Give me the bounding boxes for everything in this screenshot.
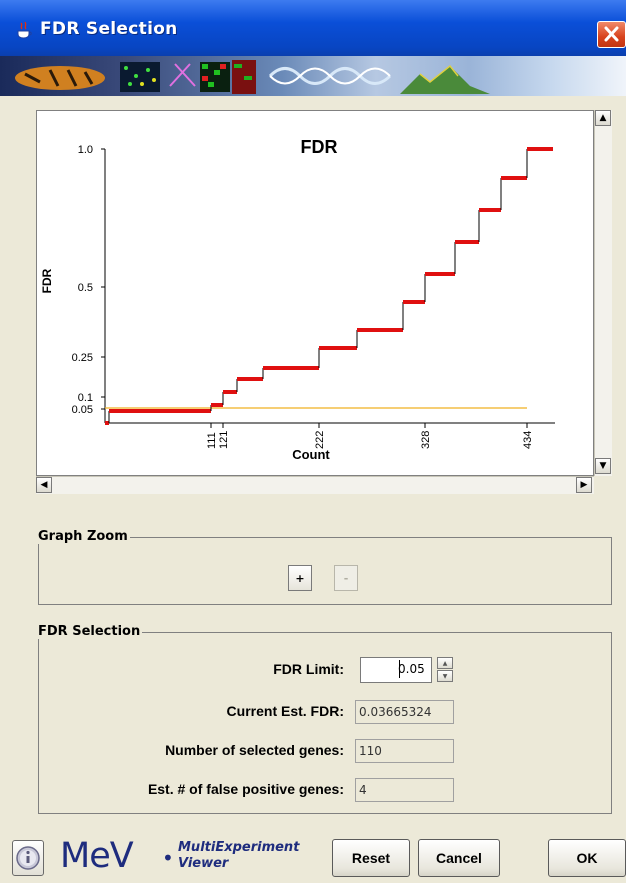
scroll-left-button[interactable]: ◀ <box>36 477 52 493</box>
scroll-corner <box>594 476 612 494</box>
scroll-up-button[interactable]: ▲ <box>595 110 611 126</box>
fdr-limit-decrement-button[interactable]: ▼ <box>437 670 453 682</box>
arrow-left-icon: ◀ <box>40 480 48 490</box>
info-button[interactable] <box>12 840 44 876</box>
arrow-up-icon: ▲ <box>599 113 607 123</box>
num-selected-genes-field: 110 <box>355 739 454 763</box>
fdr-limit-increment-button[interactable]: ▲ <box>437 657 453 669</box>
ok-button[interactable]: OK <box>548 839 626 877</box>
current-est-fdr-label: Current Est. FDR: <box>226 703 344 719</box>
y-tick-label: 0.1 <box>78 392 93 404</box>
y-tick-label: 0.05 <box>72 404 93 416</box>
y-tick-label: 0.25 <box>72 352 93 364</box>
window-title: FDR Selection <box>40 19 178 39</box>
graph-zoom-group <box>38 537 612 605</box>
graph-zoom-label: Graph Zoom <box>36 529 130 544</box>
arrow-right-icon: ▶ <box>580 480 588 490</box>
title-bar: FDR Selection <box>0 0 626 56</box>
fdr-limit-input[interactable]: 0.05 <box>360 657 432 683</box>
x-tick-label: 222 <box>314 431 326 449</box>
mev-logo-text: MeV <box>60 836 134 876</box>
current-est-fdr-field: 0.03665324 <box>355 700 454 724</box>
close-icon <box>604 26 619 42</box>
scroll-down-button[interactable]: ▼ <box>595 458 611 474</box>
zoom-out-button[interactable]: - <box>334 565 358 591</box>
zoom-in-button[interactable]: + <box>288 565 312 591</box>
y-axis-label: FDR <box>40 268 54 293</box>
false-positive-genes-label: Est. # of false positive genes: <box>147 781 344 797</box>
fdr-chart-svg: FDRFDRCount0.050.10.250.51.0111 121 222 328… <box>40 137 555 462</box>
spin-down-icon: ▼ <box>442 672 448 680</box>
reset-button[interactable]: Reset <box>332 839 410 877</box>
chart-title: FDR <box>301 137 338 157</box>
close-button[interactable] <box>597 21 626 48</box>
mev-logo-subtitle-2: Viewer <box>178 856 229 871</box>
vertical-scrollbar[interactable]: ▲ ▼ <box>594 110 612 476</box>
spin-up-icon: ▲ <box>442 659 448 667</box>
arrow-down-icon: ▼ <box>599 461 607 471</box>
y-tick-label: 0.5 <box>78 282 93 294</box>
banner-artwork <box>15 60 490 94</box>
header-banner-image <box>0 56 626 96</box>
x-tick-label: 111 <box>206 432 218 449</box>
cancel-button[interactable]: Cancel <box>418 839 500 877</box>
x-tick-label: 434 <box>522 431 534 449</box>
fdr-limit-label: FDR Limit: <box>273 661 344 677</box>
y-tick-label: 1.0 <box>78 144 93 156</box>
x-tick-label: 328 <box>420 431 432 449</box>
x-tick-label: 121 <box>218 431 230 449</box>
text-caret <box>399 660 400 678</box>
logo-bullet-icon: • <box>162 846 174 870</box>
horizontal-scrollbar[interactable]: ◀ ▶ <box>36 476 594 494</box>
false-positive-genes-field: 4 <box>355 778 454 802</box>
info-icon <box>16 846 40 870</box>
fdr-selection-label: FDR Selection <box>36 624 143 639</box>
num-selected-genes-label: Number of selected genes: <box>165 742 344 758</box>
java-cup-icon <box>17 22 32 39</box>
mev-logo-subtitle-1: MultiExperiment <box>178 840 300 855</box>
fdr-chart: FDR FDR Count 0.05 0.1 0.25 0.5 1.0 111 121 222 328… <box>36 110 594 476</box>
scroll-right-button[interactable]: ▶ <box>576 477 592 493</box>
